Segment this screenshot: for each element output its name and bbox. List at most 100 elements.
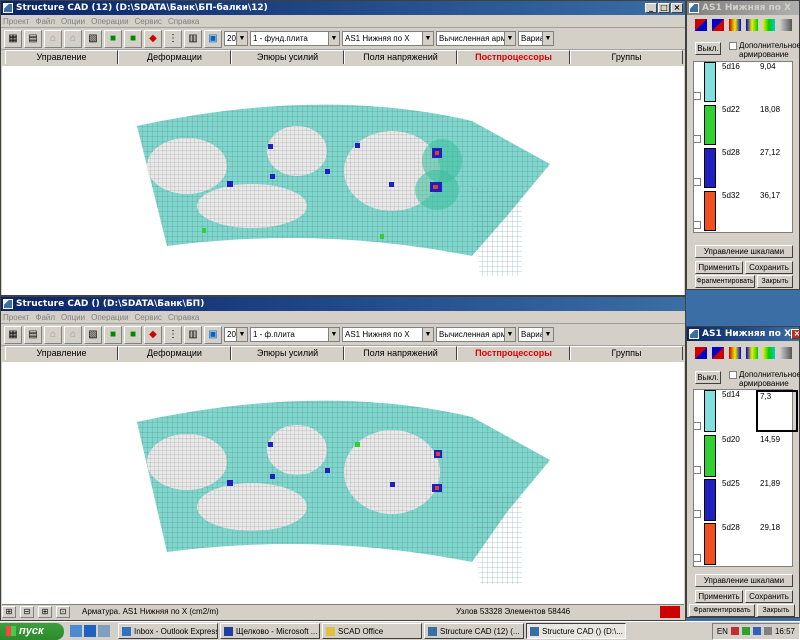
tab-force-diagrams[interactable]: Эпюры усилий [231, 50, 344, 64]
palette-icon[interactable] [712, 19, 724, 31]
tool-icon[interactable]: ⊡ [56, 605, 70, 618]
model-canvas[interactable] [2, 66, 684, 295]
tool-icon[interactable]: ◆ [144, 325, 162, 344]
tab-postprocessors[interactable]: Постпроцессоры [457, 50, 570, 64]
close-icon[interactable]: × [671, 3, 683, 13]
tray-icon[interactable] [752, 627, 761, 635]
fragment-button[interactable]: Фрагментировать [689, 604, 755, 617]
extra-reinforcement-checkbox[interactable] [729, 371, 737, 379]
maximize-icon[interactable]: □ [658, 3, 670, 13]
quicklaunch-icon[interactable] [70, 625, 82, 637]
legend-checkbox[interactable] [693, 510, 701, 518]
palette-icon[interactable] [712, 347, 724, 359]
menu-item[interactable]: Сервис [135, 313, 162, 322]
tool-icon[interactable]: ■ [104, 325, 122, 344]
panel-titlebar[interactable]: AS1 Нижняя по X × [687, 327, 799, 341]
menu-item[interactable]: Операции [91, 313, 128, 322]
palette-icon[interactable] [729, 347, 741, 359]
palette-icon[interactable] [763, 19, 775, 31]
tool-icon[interactable]: ⊞ [2, 605, 16, 618]
tool-icon[interactable]: ⋮ [164, 29, 182, 48]
tool-icon[interactable]: ▤ [24, 29, 42, 48]
tab-force-diagrams[interactable]: Эпюры усилий [231, 346, 344, 360]
legend-value-input[interactable]: 7,3 [756, 390, 798, 432]
save-button[interactable]: Сохранить [745, 590, 793, 603]
tool-icon[interactable]: ■ [124, 325, 142, 344]
panel-titlebar[interactable]: AS1 Нижняя по X [687, 1, 799, 15]
tab-control[interactable]: Управление [5, 346, 118, 360]
menu-item[interactable]: Проект [3, 17, 29, 26]
tab-control[interactable]: Управление [5, 50, 118, 64]
start-button[interactable]: пуск [0, 622, 64, 640]
tab-stress-fields[interactable]: Поля напряжений [344, 346, 457, 360]
tool-icon[interactable]: ▤ [24, 325, 42, 344]
legend-checkbox[interactable] [693, 554, 701, 562]
tool-icon[interactable]: ⊞ [38, 605, 52, 618]
top-window-titlebar[interactable]: Structure CAD (12) (D:\SDATA\Банк\БП-бал… [1, 1, 685, 15]
menu-item[interactable]: Файл [35, 313, 55, 322]
tool-icon[interactable]: ▣ [204, 29, 222, 48]
apply-button[interactable]: Применить [695, 590, 743, 603]
palette-icon[interactable] [746, 19, 758, 31]
tab-groups[interactable]: Группы [570, 50, 683, 64]
legend-checkbox[interactable] [693, 178, 701, 186]
legend-checkbox[interactable] [693, 92, 701, 100]
language-indicator[interactable]: EN [717, 627, 728, 636]
taskbar-item-active[interactable]: Structure CAD () (D:\... [526, 623, 626, 639]
quicklaunch-icon[interactable] [98, 625, 110, 637]
menu-item[interactable]: Опции [61, 313, 85, 322]
model-canvas[interactable] [2, 362, 684, 604]
fragment-button[interactable]: Фрагментировать [695, 275, 755, 288]
menu-item[interactable]: Справка [168, 313, 199, 322]
scale-count-combo[interactable]: 20 ▼ [224, 327, 248, 342]
quicklaunch-icon[interactable] [84, 625, 96, 637]
tool-icon[interactable]: ▥ [184, 325, 202, 344]
manage-scales-button[interactable]: Управление шкалами [695, 245, 793, 258]
tab-deformations[interactable]: Деформации [118, 346, 231, 360]
plate-combo[interactable]: 1 - фунд.плита ▼ [250, 31, 340, 46]
arm-combo[interactable]: Вычисленная армату ▼ [436, 31, 516, 46]
extra-reinforcement-checkbox[interactable] [729, 42, 737, 50]
palette-icon[interactable] [763, 347, 775, 359]
palette-icon[interactable] [695, 19, 707, 31]
result-combo[interactable]: AS1 Нижняя по X ▼ [342, 31, 434, 46]
tool-icon[interactable]: ⌂ [44, 29, 62, 48]
minimize-icon[interactable]: _ [645, 3, 657, 13]
close-icon[interactable]: × [791, 329, 799, 339]
manage-scales-button[interactable]: Управление шкалами [695, 574, 793, 587]
taskbar-item[interactable]: Щелково - Microsoft ... [220, 623, 320, 639]
menu-item[interactable]: Операции [91, 17, 128, 26]
legend-checkbox[interactable] [693, 422, 701, 430]
menu-item[interactable]: Проект [3, 313, 29, 322]
tab-deformations[interactable]: Деформации [118, 50, 231, 64]
plate-combo[interactable]: 1 - ф.плита ▼ [250, 327, 340, 342]
palette-icon[interactable] [746, 347, 758, 359]
tool-icon[interactable]: ⌂ [64, 325, 82, 344]
tray-icon[interactable] [730, 627, 739, 635]
taskbar-item[interactable]: SCAD Office [322, 623, 422, 639]
tool-icon[interactable]: ⌂ [44, 325, 62, 344]
legend-checkbox[interactable] [693, 466, 701, 474]
tab-postprocessors[interactable]: Постпроцессоры [457, 346, 570, 360]
tool-icon[interactable]: ■ [124, 29, 142, 48]
close-button[interactable]: Закрыть [757, 604, 795, 617]
taskbar-item[interactable]: Inbox - Outlook Express [118, 623, 218, 639]
tool-icon[interactable]: ⋮ [164, 325, 182, 344]
tool-icon[interactable]: ▦ [4, 29, 22, 48]
tool-icon[interactable]: ⊟ [20, 605, 34, 618]
tool-icon[interactable]: ◆ [144, 29, 162, 48]
tool-icon[interactable]: ⌂ [64, 29, 82, 48]
tool-icon[interactable]: ▧ [84, 29, 102, 48]
palette-icon[interactable] [780, 19, 792, 31]
scale-count-combo[interactable]: 20 ▼ [224, 31, 248, 46]
legend-checkbox[interactable] [693, 221, 701, 229]
apply-button[interactable]: Применить [695, 261, 743, 274]
palette-icon[interactable] [729, 19, 741, 31]
palette-icon[interactable] [780, 347, 792, 359]
off-button[interactable]: Выкл. [695, 371, 721, 384]
tool-icon[interactable]: ▧ [84, 325, 102, 344]
tray-icon[interactable] [763, 627, 772, 635]
menu-item[interactable]: Опции [61, 17, 85, 26]
tool-icon[interactable]: ▦ [4, 325, 22, 344]
legend-checkbox[interactable] [693, 135, 701, 143]
